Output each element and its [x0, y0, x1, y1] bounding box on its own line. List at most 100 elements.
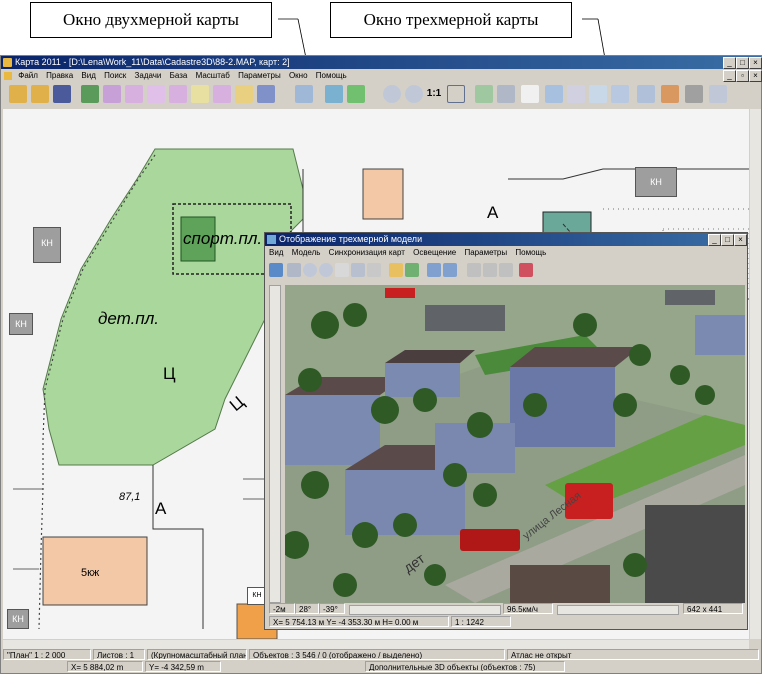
menu-scale[interactable]: Масштаб — [196, 71, 230, 80]
play-icon[interactable] — [467, 263, 481, 277]
window-3d-minimize-button[interactable]: _ — [708, 234, 721, 246]
window-3d-status: -2м 28° -39° 96.5км/ч 642 x 441 X= 5 754… — [267, 603, 745, 629]
status3d-angle-2: 28° — [295, 603, 319, 614]
record-icon[interactable] — [519, 263, 533, 277]
text-a-icon[interactable] — [567, 85, 585, 103]
kn-building-3: КН — [635, 167, 677, 197]
select-b-icon[interactable] — [147, 85, 165, 103]
menu3d-light[interactable]: Освещение — [413, 248, 456, 257]
layers-icon[interactable] — [81, 85, 99, 103]
pause-icon[interactable] — [483, 263, 497, 277]
select-c-icon[interactable] — [169, 85, 187, 103]
map-vertical-scrollbar[interactable] — [750, 109, 761, 639]
scene-3d-viewport[interactable]: дет улица Лесная — [285, 285, 745, 603]
menu-search[interactable]: Поиск — [104, 71, 126, 80]
mdi-minimize-button[interactable]: _ — [723, 70, 736, 82]
table-icon[interactable] — [545, 85, 563, 103]
menu-window[interactable]: Окно — [289, 71, 308, 80]
frame-select-icon[interactable] — [191, 85, 209, 103]
view-3d-icon[interactable] — [325, 85, 343, 103]
status-mode: "План" 1 : 2 000 — [3, 649, 91, 660]
minimize-button[interactable]: _ — [723, 57, 736, 69]
paste-3d-icon[interactable] — [443, 263, 457, 277]
menu3d-help[interactable]: Помощь — [515, 248, 546, 257]
menu3d-model[interactable]: Модель — [292, 248, 321, 257]
menu3d-view[interactable]: Вид — [269, 248, 283, 257]
copy-3d-icon[interactable] — [427, 263, 441, 277]
map-label-a1: А — [487, 203, 499, 222]
map-label-height: 87,1 — [119, 491, 141, 503]
rotate-icon[interactable] — [287, 263, 301, 277]
close-button[interactable]: × — [749, 57, 762, 69]
map-label-sport: спорт.пл. — [183, 229, 263, 248]
mdi-restore-button[interactable]: ▫ — [736, 70, 749, 82]
menu-view[interactable]: Вид — [81, 71, 95, 80]
menu-help[interactable]: Помощь — [316, 71, 347, 80]
select-tool-icon[interactable] — [103, 85, 121, 103]
zoom-1to1-label[interactable]: 1:1 — [425, 85, 443, 103]
status3d-scale: 1 : 1242 — [451, 616, 511, 627]
grid-icon[interactable] — [269, 263, 283, 277]
edit-map-icon[interactable] — [295, 85, 313, 103]
main-toolbar: 1:1 — [5, 85, 757, 107]
measure-icon[interactable] — [637, 85, 655, 103]
lightning-icon[interactable] — [347, 85, 365, 103]
menu-edit[interactable]: Правка — [46, 71, 73, 80]
select-d-icon[interactable] — [213, 85, 231, 103]
kn-building-2: КН — [9, 313, 33, 335]
kn-building-5: КН — [7, 609, 29, 629]
zoom-3d-out-icon[interactable] — [319, 263, 333, 277]
find-icon[interactable] — [235, 85, 253, 103]
zoom-3d-icon[interactable] — [303, 263, 317, 277]
status3d-coords: X= 5 754.13 м Y= -4 353.30 м H= 0.00 м — [269, 616, 449, 627]
status-plan: (Крупномасштабный план) — [147, 649, 247, 660]
status-y: Y= -4 342,59 m — [145, 661, 221, 672]
camera-3d-icon[interactable] — [405, 263, 419, 277]
map-label-bldg: 5кж — [81, 567, 100, 579]
kn-building-1: КН — [33, 227, 61, 263]
mdi-close-button[interactable]: × — [749, 70, 762, 82]
paint-icon[interactable] — [661, 85, 679, 103]
save-icon[interactable] — [53, 85, 71, 103]
status3d-angle-1: -2м — [269, 603, 295, 614]
select-a-icon[interactable] — [125, 85, 143, 103]
status3d-size: 642 x 441 — [683, 603, 743, 614]
menu3d-sync[interactable]: Синхронизация карт — [329, 248, 405, 257]
status-extra: Дополнительные 3D объекты (объектов : 75… — [365, 661, 565, 672]
label-icon[interactable] — [589, 85, 607, 103]
main-titlebar: Карта 2011 - [D:\Lena\Work_11\Data\Cadas… — [1, 56, 761, 69]
window-3d-vertical-slider[interactable] — [269, 285, 281, 603]
window-3d-close-button[interactable]: × — [734, 234, 747, 246]
cursor-3d-icon[interactable] — [335, 263, 349, 277]
app-icon — [3, 58, 12, 67]
window-3d-maximize-button[interactable]: □ — [721, 234, 734, 246]
axes-3d-icon[interactable] — [367, 263, 381, 277]
open-folder-icon[interactable] — [9, 85, 27, 103]
zoom-in-icon[interactable] — [405, 85, 423, 103]
text-format-icon[interactable] — [611, 85, 629, 103]
light-3d-icon[interactable] — [389, 263, 403, 277]
stop-icon[interactable] — [499, 263, 513, 277]
map-label-a3: А — [155, 499, 167, 518]
zoom-out-icon[interactable] — [383, 85, 401, 103]
menu-file[interactable]: Файл — [18, 71, 38, 80]
menu-params[interactable]: Параметры — [238, 71, 281, 80]
fit-3d-icon[interactable] — [351, 263, 365, 277]
list-icon[interactable] — [257, 85, 275, 103]
menu3d-params[interactable]: Параметры — [464, 248, 507, 257]
check-icon[interactable] — [475, 85, 493, 103]
zoom-frame-icon[interactable] — [447, 85, 465, 103]
map-horizontal-scrollbar[interactable] — [3, 640, 749, 649]
back-arrow-icon[interactable] — [497, 85, 515, 103]
speed-slider[interactable] — [349, 605, 501, 615]
print-icon[interactable] — [685, 85, 703, 103]
menu-tasks[interactable]: Задачи — [135, 71, 162, 80]
open-file-icon[interactable] — [31, 85, 49, 103]
window-3d-menubar: Вид Модель Синхронизация карт Освещение … — [265, 247, 751, 259]
pointer-icon[interactable] — [521, 85, 539, 103]
position-slider[interactable] — [557, 605, 679, 615]
help-icon[interactable] — [709, 85, 727, 103]
main-statusbar: "План" 1 : 2 000 Листов : 1 (Крупномасшт… — [1, 649, 761, 673]
maximize-button[interactable]: □ — [736, 57, 749, 69]
menu-base[interactable]: База — [170, 71, 188, 80]
